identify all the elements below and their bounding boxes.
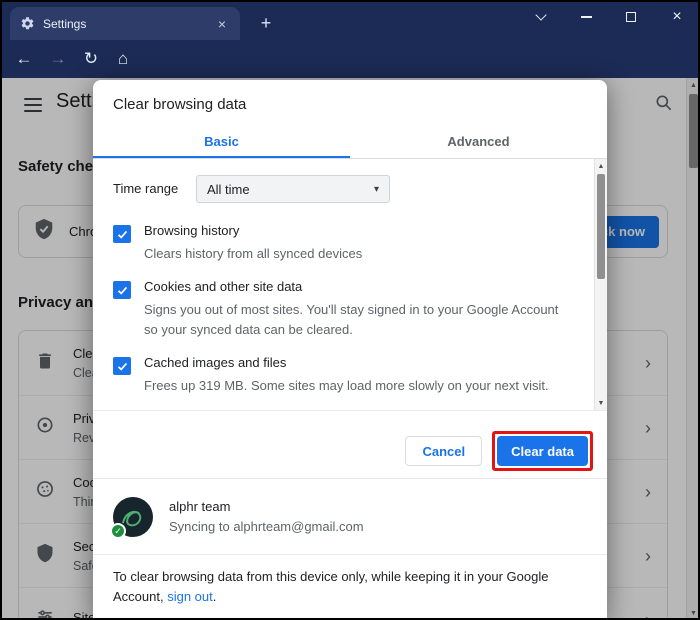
time-range-dropdown[interactable]: All time ▾ [196, 175, 390, 203]
chevron-down-glyph [535, 9, 546, 20]
cookies-checkbox[interactable] [113, 281, 131, 299]
dialog-scrollbar[interactable]: ▲ ▼ [594, 159, 607, 410]
dialog-title: Clear browsing data [113, 96, 246, 113]
browser-window: Settings × + × ← → ↻ ⌂ Chrome | chrome:/… [0, 0, 700, 620]
clear-browsing-data-dialog: Clear browsing data Basic Advanced Time … [93, 80, 607, 620]
clear-data-button[interactable]: Clear data [497, 436, 588, 466]
cached-images-checkbox[interactable] [113, 357, 131, 375]
gear-icon [20, 16, 35, 31]
maximize-icon [626, 12, 636, 22]
maximize-button[interactable] [612, 3, 650, 31]
back-button[interactable]: ← [10, 46, 38, 72]
dialog-content: Time range All time ▾ Browsing history C… [93, 159, 607, 411]
caret-down-icon: ▾ [374, 184, 379, 195]
dialog-scrollbar-thumb[interactable] [597, 174, 605, 279]
scroll-down-icon[interactable]: ▼ [595, 396, 607, 410]
window-chevron-down-icon[interactable] [522, 3, 560, 31]
sign-out-link[interactable]: sign out [167, 589, 213, 604]
browsing-history-checkbox[interactable] [113, 225, 131, 243]
option-cached-images: Cached images and files Frees up 319 MB.… [113, 355, 573, 396]
option-description: Frees up 319 MB. Some sites may load mor… [144, 376, 549, 396]
account-text: alphr team Syncing to alphrteam@gmail.co… [169, 499, 364, 534]
dialog-footer: To clear browsing data from this device … [93, 554, 607, 607]
tab-advanced[interactable]: Advanced [350, 126, 607, 158]
tab-close-icon[interactable]: × [214, 15, 230, 33]
account-sync-status: Syncing to alphrteam@gmail.com [169, 519, 364, 534]
reload-button[interactable]: ↻ [77, 46, 105, 72]
home-button[interactable]: ⌂ [109, 46, 137, 72]
option-browsing-history: Browsing history Clears history from all… [113, 223, 573, 264]
option-text: Browsing history Clears history from all… [144, 223, 362, 264]
account-name: alphr team [169, 499, 364, 514]
cancel-button[interactable]: Cancel [405, 436, 482, 466]
option-text: Cached images and files Frees up 319 MB.… [144, 355, 549, 396]
browser-tab-settings[interactable]: Settings × [10, 7, 240, 40]
option-title: Cookies and other site data [144, 279, 573, 294]
annotation-highlight: Clear data [492, 431, 593, 471]
dialog-actions: Cancel Clear data [405, 430, 593, 472]
time-range-value: All time [207, 182, 250, 197]
tab-basic[interactable]: Basic [93, 126, 350, 158]
sync-check-badge-icon: ✓ [110, 523, 126, 539]
option-description: Clears history from all synced devices [144, 244, 362, 264]
footer-suffix: . [213, 589, 217, 604]
avatar-wrap: ✓ [113, 497, 153, 537]
forward-button[interactable]: → [44, 46, 72, 72]
option-text: Cookies and other site data Signs you ou… [144, 279, 573, 340]
minimize-button[interactable] [567, 3, 605, 31]
minimize-icon [581, 16, 592, 18]
option-title: Cached images and files [144, 355, 549, 370]
scroll-up-icon[interactable]: ▲ [595, 159, 607, 173]
close-window-button[interactable]: × [658, 3, 696, 31]
option-cookies: Cookies and other site data Signs you ou… [113, 279, 573, 340]
option-title: Browsing history [144, 223, 362, 238]
new-tab-button[interactable]: + [253, 10, 279, 36]
dialog-tabs: Basic Advanced [93, 126, 607, 159]
browser-toolbar: ← → ↻ ⌂ Chrome | chrome://settings/clear… [0, 40, 700, 78]
tab-title: Settings [43, 17, 206, 31]
option-description: Signs you out of most sites. You'll stay… [144, 300, 573, 340]
time-range-label: Time range [113, 181, 178, 196]
account-section: ✓ alphr team Syncing to alphrteam@gmail.… [93, 478, 607, 554]
titlebar: Settings × + × [0, 0, 700, 40]
